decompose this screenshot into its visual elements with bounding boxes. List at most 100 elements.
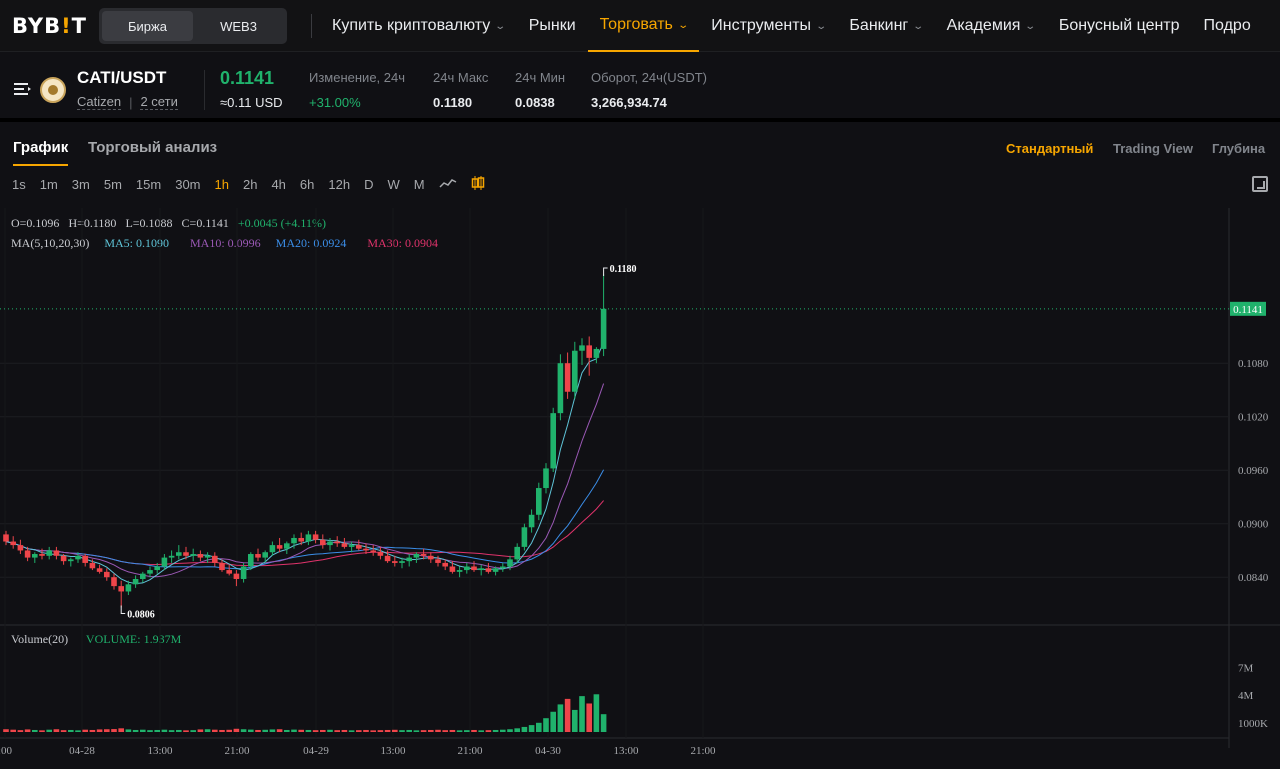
stat-label: 24ч Мин [515,70,566,85]
price-chart[interactable]: 0.1080 0.1020 0.0960 0.0900 0.0840 7M 4M 1000K:… [0,208,1280,769]
interval-W[interactable]: W [387,177,399,192]
candle-body [435,559,441,563]
volume-tick-label: 1000K [1238,718,1268,730]
candle-body [276,545,283,549]
stat-value: 0.1180 [433,95,473,110]
candle-body [413,554,420,558]
cati-coin-icon [40,77,66,103]
volume-bar [219,729,225,732]
tab-trading-analysis[interactable]: Торговый анализ [88,139,217,156]
candle-body [53,550,60,556]
last-price: 0.1141 [220,68,275,88]
candle-body [17,545,24,551]
interval-D[interactable]: D [364,177,373,192]
fullscreen-icon[interactable] [1252,176,1268,192]
interval-12h[interactable]: 12h [328,177,350,192]
candle-body [514,546,520,560]
volume-bar [46,729,52,732]
volume-bar [17,730,24,732]
view-standard[interactable]: Стандартный [1006,141,1093,156]
volume-bar [111,729,117,732]
interval-4h[interactable]: 4h [271,177,285,192]
y-tick-label: 0.1020 [1238,412,1269,424]
nav-item-1[interactable]: Рынки [517,0,588,52]
bybit-logo[interactable]: BYB!T [12,14,87,38]
volume-bar [579,696,585,732]
coin-name[interactable]: Catizen [77,94,122,110]
chevron-down-icon: ⌄ [1024,20,1037,32]
nav-item-0[interactable]: Купить криптовалюту ⌄ [320,0,517,52]
x-tick-label: 04-28 [69,745,95,757]
nav-item-4[interactable]: Банкинг ⌄ [837,0,934,52]
nav-item-2[interactable]: Торговать ⌄ [587,0,700,52]
nav-item-7[interactable]: Подро [1192,0,1263,52]
volume-bar [60,730,67,732]
candle-body [392,561,398,563]
volume-bar [528,725,535,732]
view-tradingview[interactable]: Trading View [1113,141,1193,156]
volume-bar [384,729,391,732]
volume-bar [140,729,146,732]
ma5-line [5,342,605,585]
volume-bar [341,729,348,732]
interval-2h[interactable]: 2h [243,177,257,192]
candle-body [521,527,528,547]
interval-1s[interactable]: 1s [12,177,26,192]
interval-1m[interactable]: 1m [40,177,58,192]
chevron-down-icon: ⌄ [677,19,689,31]
volume-bar [10,729,16,732]
volume-bar [334,730,340,732]
candlestick-icon[interactable] [471,175,485,193]
interval-1h[interactable]: 1h [215,177,229,192]
volume-bar [190,730,196,732]
volume-bar [118,728,124,732]
view-depth[interactable]: Глубина [1212,141,1265,156]
volume-bar [600,714,607,732]
volume-bar [593,694,600,732]
stat-value: +31.00% [309,95,361,110]
candle-body [60,555,67,562]
segment-web3[interactable]: WEB3 [193,11,284,41]
volume-bar [39,730,45,732]
candle-body [305,534,312,542]
volume-bar [514,728,520,732]
interval-M[interactable]: M [414,177,425,192]
interval-15m[interactable]: 15m [136,177,161,192]
volume-bar [370,730,376,732]
chevron-down-icon: ⌄ [815,20,828,32]
nav-item-5[interactable]: Академия ⌄ [935,0,1047,52]
volume-bar [377,730,384,732]
x-tick-label: 13:00 [147,745,173,757]
line-chart-icon[interactable] [439,177,457,192]
interval-30m[interactable]: 30m [175,177,200,192]
volume-bar [471,729,477,732]
candle-body [132,578,139,585]
candle-body [327,541,333,546]
volume-bar [572,709,578,732]
volume-bar [233,728,240,732]
tab-chart[interactable]: График [13,139,69,166]
interval-3m[interactable]: 3m [72,177,90,192]
candle-body [557,363,564,414]
candle-body [111,577,117,587]
nav-item-label: Купить криптовалюту [332,17,491,34]
volume-bar [536,722,542,732]
candle-body [334,541,340,544]
stat-change-24h: Изменение, 24ч +31.00% [309,70,405,110]
interval-5m[interactable]: 5m [104,177,122,192]
candle-body [24,550,31,558]
pair-list-menu-icon[interactable] [14,82,32,96]
volume-bar [406,729,412,732]
volume-tick-label: 4M [1238,690,1254,702]
x-tick-label: :00 [0,745,13,757]
candle-body [68,559,74,562]
nav-item-6[interactable]: Бонусный центр [1047,0,1192,52]
networks-link[interactable]: 2 сети [140,94,178,110]
candle-body [248,554,254,567]
volume-bar [212,729,218,732]
segment-exchange[interactable]: Биржа [102,11,193,41]
pair-name[interactable]: CATI/USDT [77,68,166,88]
interval-6h[interactable]: 6h [300,177,314,192]
volume-bar [3,729,9,732]
nav-item-3[interactable]: Инструменты ⌄ [699,0,837,52]
